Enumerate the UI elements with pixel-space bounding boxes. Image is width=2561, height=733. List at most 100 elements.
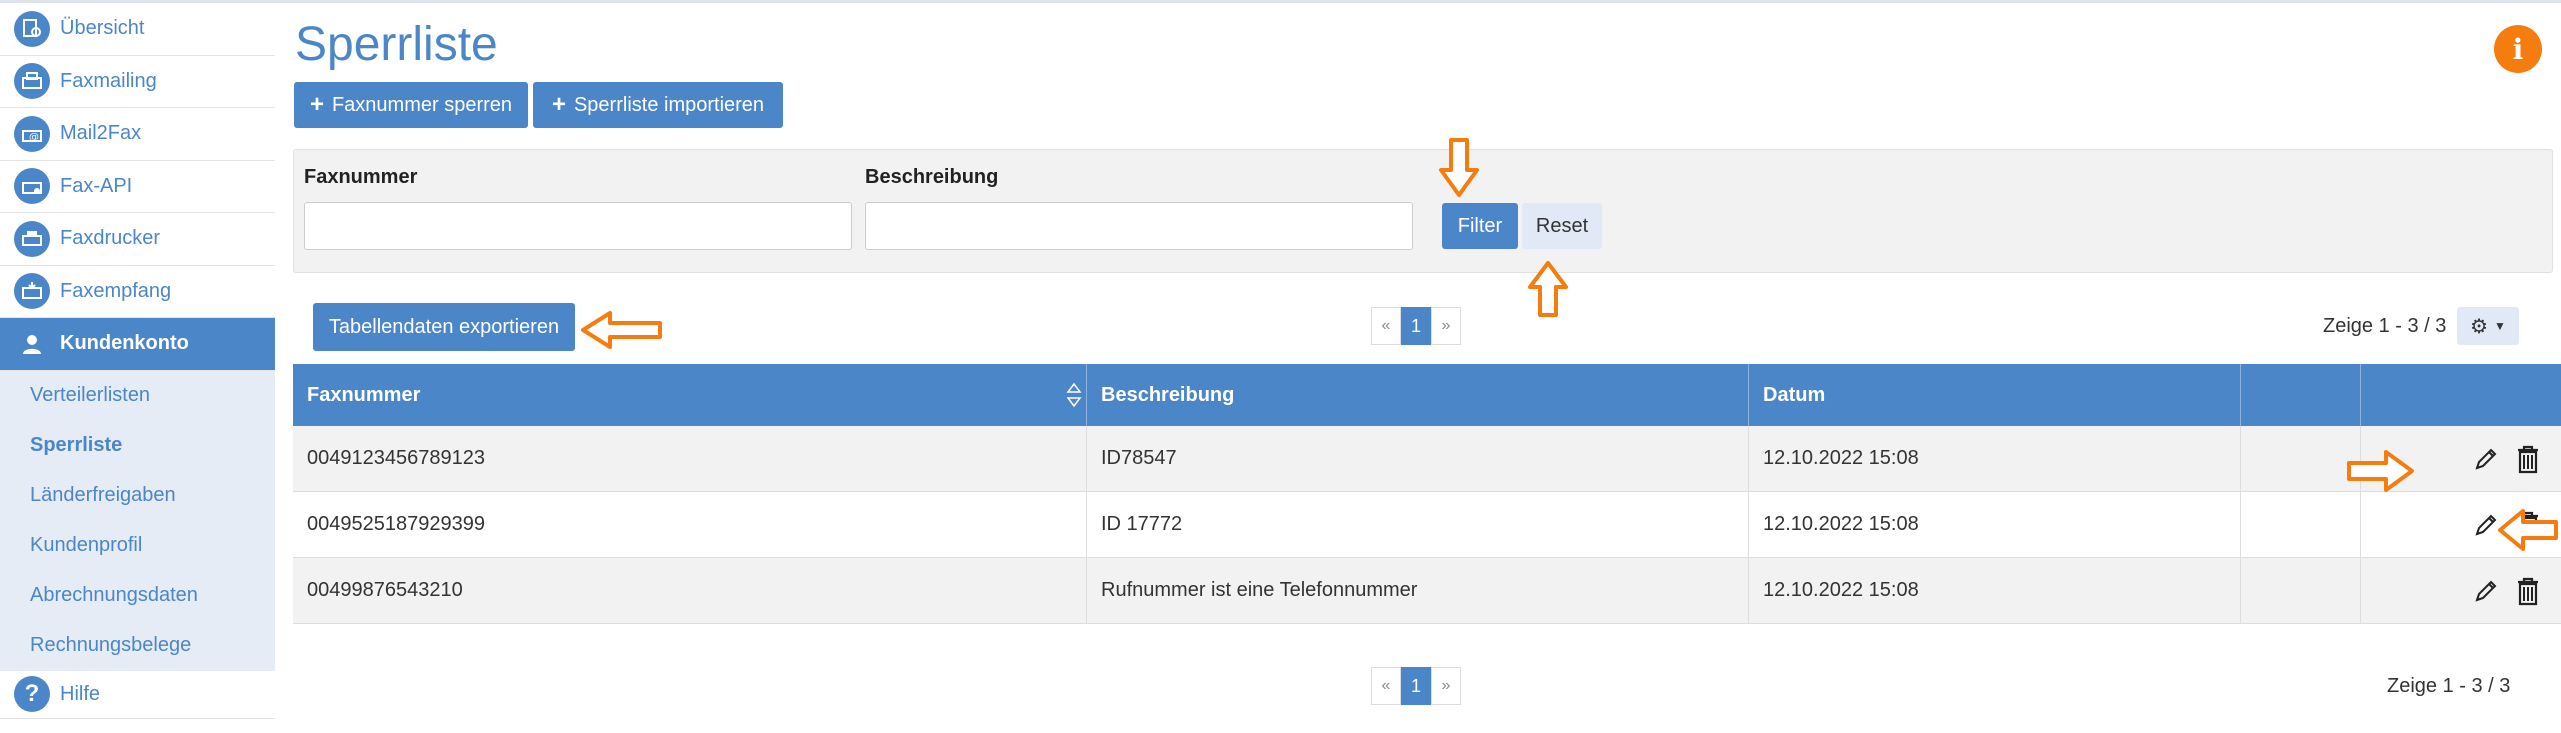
sidebar-subitem-rechnungsbelege[interactable]: Rechnungsbelege: [0, 620, 275, 671]
block-fax-number-button[interactable]: + Faxnummer sperren: [294, 82, 528, 128]
sidebar-subitem-label: Länderfreigaben: [30, 484, 176, 506]
page-title: Sperrliste: [295, 18, 498, 71]
fax-printer-icon: [14, 220, 50, 257]
column-header-empty: [2241, 364, 2361, 426]
annotation-arrow-down-icon: [1439, 138, 1479, 197]
sidebar-subitem-kundenprofil[interactable]: Kundenprofil: [0, 520, 275, 571]
main-content: Sperrliste i + Faxnummer sperren + Sperr…: [275, 3, 2561, 733]
table-row: 0049123456789123 ID78547 12.10.2022 15:0…: [293, 426, 2561, 492]
cell-date: 12.10.2022 15:08: [1749, 492, 2241, 557]
sidebar-subitem-verteilerlisten[interactable]: Verteilerlisten: [0, 370, 275, 421]
caret-down-icon: ▼: [2494, 319, 2506, 333]
filter-panel: Faxnummer Beschreibung Filter Reset: [293, 149, 2553, 273]
sidebar-subitem-abrechnungsdaten[interactable]: Abrechnungsdaten: [0, 570, 275, 621]
cell-actions: [2361, 558, 2561, 623]
cell-empty: [2241, 558, 2361, 623]
user-icon: [14, 326, 50, 362]
page-1-button[interactable]: 1: [1401, 667, 1431, 705]
sidebar-item-label: Übersicht: [60, 17, 145, 40]
sidebar-subitem-laenderfreigaben[interactable]: Länderfreigaben: [0, 470, 275, 521]
gear-icon: ⚙: [2470, 315, 2489, 338]
sidebar-item-hilfe[interactable]: ? Hilfe: [0, 670, 275, 719]
page-1-button[interactable]: 1: [1401, 307, 1431, 345]
cell-date: 12.10.2022 15:08: [1749, 426, 2241, 491]
sidebar-subitem-label: Abrechnungsdaten: [30, 584, 198, 606]
sidebar-item-faxempfang[interactable]: Faxempfang: [0, 265, 275, 318]
plus-icon: +: [551, 91, 566, 118]
sidebar-item-fax-api[interactable]: Fax-API: [0, 160, 275, 213]
sidebar-subitem-label: Kundenprofil: [30, 534, 143, 556]
cell-empty: [2241, 426, 2361, 491]
info-icon[interactable]: i: [2494, 25, 2542, 73]
prev-page-button[interactable]: «: [1371, 667, 1401, 705]
table-header: Faxnummer Beschreibung Datum: [293, 364, 2561, 426]
annotation-arrow-left-icon: [581, 311, 662, 349]
sidebar-subitem-label: Verteilerlisten: [30, 384, 151, 406]
button-label: Faxnummer sperren: [331, 93, 513, 116]
column-header-fax[interactable]: Faxnummer: [293, 364, 1087, 426]
sidebar-item-overview[interactable]: Übersicht: [0, 3, 275, 56]
column-header-date: Datum: [1749, 364, 2241, 426]
sidebar-item-label: Faxmailing: [60, 69, 157, 92]
import-blocklist-button[interactable]: + Sperrliste importieren: [533, 82, 783, 128]
column-header-label: Datum: [1763, 383, 1826, 406]
sidebar: Übersicht Faxmailing @ Mail2Fax Fax-API …: [0, 3, 275, 733]
sidebar-subitem-label: Rechnungsbelege: [30, 634, 192, 656]
sidebar-item-label: Kundenkonto: [60, 332, 189, 355]
annotation-arrow-right-icon: [2347, 450, 2414, 492]
edit-icon[interactable]: [2471, 444, 2501, 474]
export-table-button[interactable]: Tabellendaten exportieren: [313, 303, 575, 351]
sidebar-item-mail2fax[interactable]: @ Mail2Fax: [0, 108, 275, 161]
sidebar-item-faxmailing[interactable]: Faxmailing: [0, 55, 275, 108]
sidebar-subitem-sperrliste[interactable]: Sperrliste: [0, 420, 275, 471]
cell-fax: 0049525187929399: [293, 492, 1087, 557]
cell-date: 12.10.2022 15:08: [1749, 558, 2241, 623]
blocklist-table: Faxnummer Beschreibung Datum 00491234567…: [293, 364, 2561, 624]
sidebar-item-label: Mail2Fax: [60, 122, 142, 145]
result-count-top: Zeige 1 - 3 / 3: [2323, 315, 2447, 337]
cell-fax: 0049123456789123: [293, 426, 1087, 491]
column-header-actions: [2361, 364, 2561, 426]
mail2fax-icon: @: [14, 115, 50, 152]
plus-icon: +: [309, 91, 324, 118]
column-header-label: Faxnummer: [307, 383, 421, 406]
svg-text:@: @: [29, 132, 39, 143]
cell-fax: 00499876543210: [293, 558, 1087, 623]
sidebar-item-label: Fax-API: [60, 174, 133, 197]
sidebar-item-faxdrucker[interactable]: Faxdrucker: [0, 213, 275, 266]
sidebar-subitem-label: Sperrliste: [30, 434, 123, 456]
help-icon: ?: [14, 676, 50, 712]
description-filter-label: Beschreibung: [865, 166, 999, 188]
cell-description: ID 17772: [1087, 492, 1749, 557]
column-header-label: Beschreibung: [1101, 383, 1235, 406]
prev-page-button[interactable]: «: [1371, 307, 1401, 345]
cell-description: Rufnummer ist eine Telefonnummer: [1087, 558, 1749, 623]
trash-icon[interactable]: [2513, 444, 2543, 474]
edit-icon[interactable]: [2471, 576, 2501, 606]
table-row: 0049525187929399 ID 17772 12.10.2022 15:…: [293, 492, 2561, 558]
annotation-arrow-up-icon: [1528, 261, 1568, 317]
button-label: Sperrliste importieren: [573, 93, 765, 116]
trash-icon[interactable]: [2513, 576, 2543, 606]
overview-icon: [14, 10, 50, 47]
cell-empty: [2241, 492, 2361, 557]
table-settings-button[interactable]: ⚙ ▼: [2457, 307, 2519, 345]
annotation-arrow-left-icon: [2498, 509, 2558, 551]
description-filter-input[interactable]: [865, 202, 1413, 250]
sidebar-item-label: Faxdrucker: [60, 227, 161, 250]
fax-filter-input[interactable]: [304, 202, 852, 250]
filter-button[interactable]: Filter: [1442, 203, 1518, 249]
fax-api-icon: [14, 168, 50, 205]
next-page-button[interactable]: »: [1431, 667, 1461, 705]
sidebar-item-label: Faxempfang: [60, 279, 172, 302]
reset-button[interactable]: Reset: [1522, 203, 1602, 249]
sidebar-item-kundenkonto[interactable]: Kundenkonto: [0, 318, 275, 371]
table-row: 00499876543210 Rufnummer ist eine Telefo…: [293, 558, 2561, 624]
column-header-description: Beschreibung: [1087, 364, 1749, 426]
sidebar-item-label: Hilfe: [60, 682, 101, 705]
fax-receive-icon: [14, 273, 50, 310]
pagination-top: « 1 »: [1371, 307, 1461, 345]
next-page-button[interactable]: »: [1431, 307, 1461, 345]
sort-icon[interactable]: [1066, 382, 1082, 414]
pagination-bottom: « 1 »: [1371, 667, 1461, 705]
